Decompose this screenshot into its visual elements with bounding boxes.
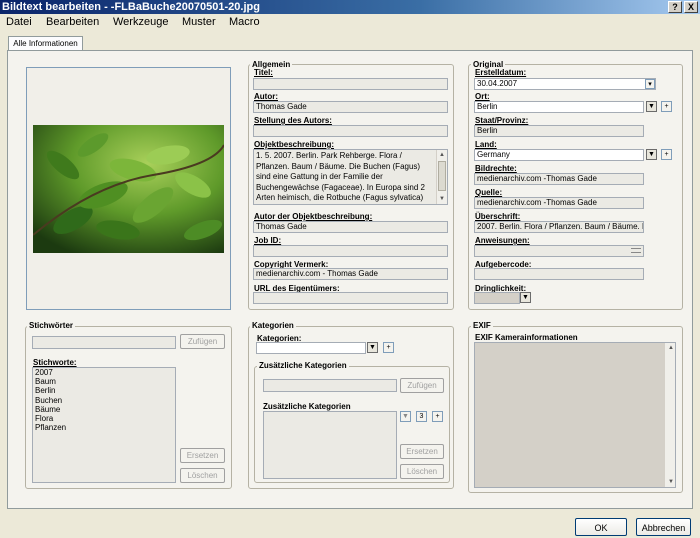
cancel-button[interactable]: Abbrechen xyxy=(636,518,691,536)
menu-datei[interactable]: Datei xyxy=(6,14,32,30)
stichworte-list-label: Stichworte: xyxy=(33,358,77,367)
scroll-down-icon[interactable]: ▼ xyxy=(665,477,675,487)
staat-label: Staat/Provinz: xyxy=(475,116,529,125)
ort-dropdown-icon[interactable]: ▼ xyxy=(646,101,657,112)
titel-field[interactable] xyxy=(253,78,448,90)
autor-label: Autor: xyxy=(254,92,278,101)
dringlichkeit-dropdown-icon[interactable]: ▼ xyxy=(520,292,531,303)
stichwort-delete-button[interactable]: Löschen xyxy=(180,468,225,483)
anweisungen-field[interactable] xyxy=(474,245,644,257)
menu-bearbeiten[interactable]: Bearbeiten xyxy=(46,14,99,30)
zusaetzliche-kategorien-list-label: Zusätzliche Kategorien xyxy=(263,402,351,411)
photo-beech-leaves xyxy=(33,125,224,253)
stichwort-replace-button[interactable]: Ersetzen xyxy=(180,448,225,463)
land-label: Land: xyxy=(475,140,497,149)
kategorien-field[interactable] xyxy=(256,342,366,354)
objektbeschreibung-label: Objektbeschreibung: xyxy=(254,140,335,149)
zusaetzliche-browse-icon[interactable]: 3 xyxy=(416,411,427,422)
help-button[interactable]: ? xyxy=(668,1,682,13)
erstelldatum-label: Erstelldatum: xyxy=(475,68,527,77)
autor-field[interactable]: Thomas Gade xyxy=(253,101,448,113)
stichworte-listbox[interactable]: 2007 Baum Berlin Buchen Bäume Flora Pfla… xyxy=(32,367,176,483)
zusaetzliche-delete-button[interactable]: Löschen xyxy=(400,464,444,479)
menu-bar: Datei Bearbeiten Werkzeuge Muster Macro xyxy=(0,14,700,30)
erstelldatum-field[interactable]: 30.04.2007 xyxy=(474,78,656,90)
zusaetzliche-kategorie-input[interactable] xyxy=(263,379,397,392)
titel-label: Titel: xyxy=(254,68,273,77)
menu-macro[interactable]: Macro xyxy=(229,14,260,30)
zusaetzliche-kategorien-group-label: Zusätzliche Kategorien xyxy=(257,361,349,370)
zusaetzliche-dropdown-icon[interactable]: ▼ xyxy=(400,411,411,422)
kategorien-add-icon[interactable]: + xyxy=(383,342,394,353)
quelle-label: Quelle: xyxy=(475,188,503,197)
list-item[interactable]: Pflanzen xyxy=(33,423,175,432)
list-item[interactable]: Baum xyxy=(33,377,175,386)
list-item[interactable]: 2007 xyxy=(33,368,175,377)
land-field[interactable]: Germany xyxy=(474,149,644,161)
bildrechte-field[interactable]: medienarchiv.com -Thomas Gade xyxy=(474,173,644,185)
anweisungen-label: Anweisungen: xyxy=(475,236,530,245)
window-title-bar[interactable]: Bildtext bearbeiten - -FLBaBuche20070501… xyxy=(0,0,700,14)
stichwort-add-button[interactable]: Zufügen xyxy=(180,334,225,349)
ort-field[interactable]: Berlin xyxy=(474,101,644,113)
ueberschrift-label: Überschrift: xyxy=(475,212,521,221)
zusaetzliche-add-icon[interactable]: + xyxy=(432,411,443,422)
list-item[interactable]: Berlin xyxy=(33,386,175,395)
ort-add-icon[interactable]: + xyxy=(661,101,672,112)
stichwoerter-group-label: Stichwörter xyxy=(27,321,76,330)
dringlichkeit-field[interactable] xyxy=(474,292,520,304)
zusaetzliche-kategorien-listbox[interactable] xyxy=(263,411,397,479)
list-item[interactable]: Bäume xyxy=(33,405,175,414)
menu-werkzeuge[interactable]: Werkzeuge xyxy=(113,14,168,30)
scroll-thumb[interactable] xyxy=(438,161,446,191)
scroll-down-icon[interactable]: ▼ xyxy=(437,194,447,204)
menu-muster[interactable]: Muster xyxy=(182,14,216,30)
exif-scrollbar[interactable]: ▲ ▼ xyxy=(664,343,675,487)
ok-button[interactable]: OK xyxy=(575,518,627,536)
ueberschrift-field[interactable]: 2007. Berlin. Flora / Pflanzen. Baum / B… xyxy=(474,221,644,233)
exif-listbox[interactable]: ▲ ▼ xyxy=(474,342,676,488)
zusaetzliche-replace-button[interactable]: Ersetzen xyxy=(400,444,444,459)
stichwort-input[interactable] xyxy=(32,336,176,349)
objektbeschreibung-text: 1. 5. 2007. Berlin. Park Rehberge. Flora… xyxy=(256,151,425,204)
kategorien-dropdown-icon[interactable]: ▼ xyxy=(367,342,378,353)
list-item[interactable]: Flora xyxy=(33,414,175,423)
aufgebercode-field[interactable] xyxy=(474,268,644,280)
objektbeschreibung-scrollbar[interactable]: ▲ ▼ xyxy=(436,150,447,204)
exif-group-label: EXIF xyxy=(471,321,493,330)
autor-objektbeschreibung-label: Autor der Objektbeschreibung: xyxy=(254,212,373,221)
anweisungen-resize-handle[interactable] xyxy=(631,248,641,253)
date-dropdown-icon[interactable]: ▾ xyxy=(645,79,655,89)
quelle-field[interactable]: medienarchiv.com -Thomas Gade xyxy=(474,197,644,209)
list-item[interactable]: Buchen xyxy=(33,396,175,405)
copyright-field[interactable]: medienarchiv.com - Thomas Gade xyxy=(253,268,448,280)
photo-thumbnail xyxy=(33,125,224,253)
window-title: Bildtext bearbeiten - -FLBaBuche20070501… xyxy=(2,1,260,13)
image-preview-frame xyxy=(26,67,231,310)
jobid-label: Job ID: xyxy=(254,236,282,245)
jobid-field[interactable] xyxy=(253,245,448,257)
objektbeschreibung-textarea[interactable]: 1. 5. 2007. Berlin. Park Rehberge. Flora… xyxy=(253,149,448,205)
land-dropdown-icon[interactable]: ▼ xyxy=(646,149,657,160)
tab-alle-informationen[interactable]: Alle Informationen xyxy=(8,36,83,51)
land-add-icon[interactable]: + xyxy=(661,149,672,160)
stellung-field[interactable] xyxy=(253,125,448,137)
kategorien-group-label: Kategorien xyxy=(250,321,296,330)
ort-label: Ort: xyxy=(475,92,490,101)
scroll-up-icon[interactable]: ▲ xyxy=(665,343,675,353)
staat-field[interactable]: Berlin xyxy=(474,125,644,137)
close-button[interactable]: X xyxy=(684,1,698,13)
stellung-label: Stellung des Autors: xyxy=(254,116,332,125)
exif-list-label: EXIF Kamerainformationen xyxy=(475,333,578,342)
url-field[interactable] xyxy=(253,292,448,304)
zusaetzliche-kategorie-add-button[interactable]: Zufügen xyxy=(400,378,444,393)
scroll-up-icon[interactable]: ▲ xyxy=(437,150,447,160)
bildrechte-label: Bildrechte: xyxy=(475,164,517,173)
autor-objektbeschreibung-field[interactable]: Thomas Gade xyxy=(253,221,448,233)
